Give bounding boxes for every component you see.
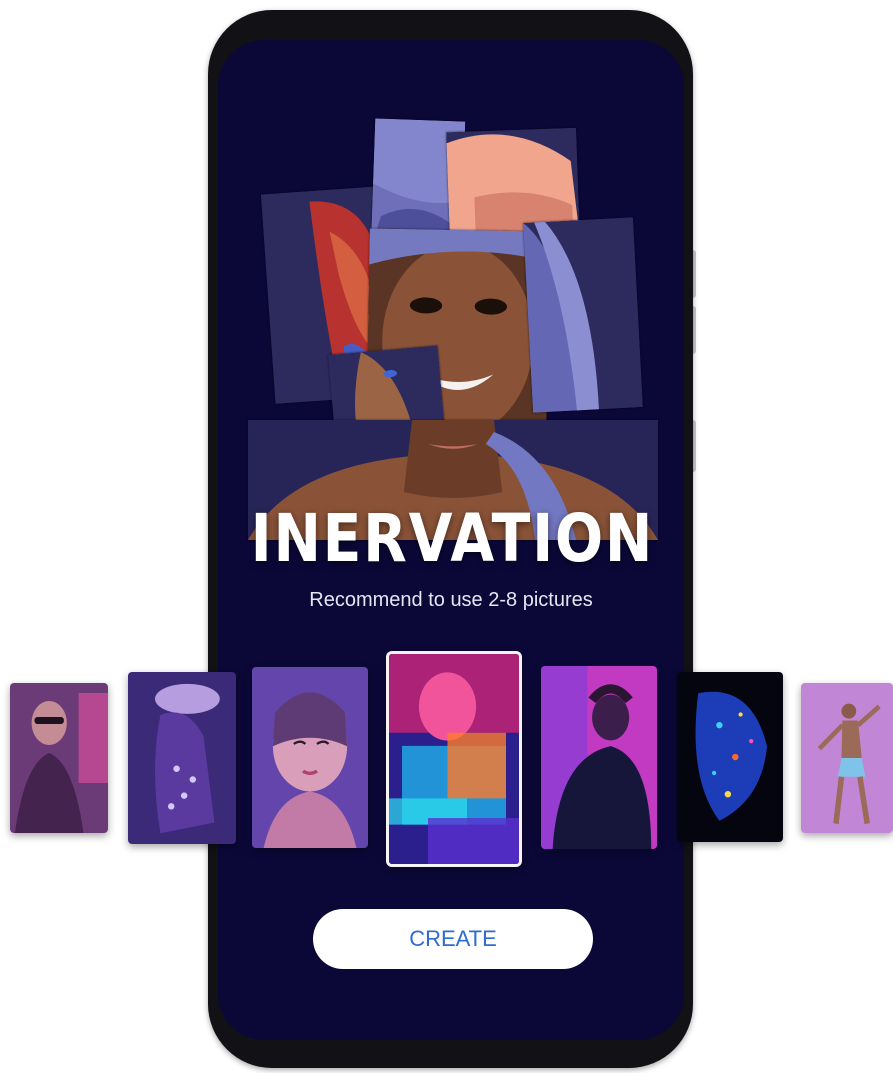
app-screen: INERVATION Recommend to use 2-8 pictures xyxy=(218,40,684,1040)
app-subtitle: Recommend to use 2-8 pictures xyxy=(309,589,593,611)
thumbnail-1[interactable] xyxy=(10,683,108,833)
thumbnail-6[interactable] xyxy=(677,672,783,842)
thumbnail-4-selected[interactable] xyxy=(386,651,522,867)
create-button[interactable]: CREATE xyxy=(313,909,593,969)
thumbnail-3[interactable] xyxy=(252,667,368,848)
thumbnail-2[interactable] xyxy=(128,672,236,844)
hero-collage xyxy=(248,110,678,540)
thumbnail-7[interactable] xyxy=(801,683,893,833)
thumbnail-5[interactable] xyxy=(541,666,657,849)
app-title: INERVATION xyxy=(250,500,655,577)
collage-tile-scarf-right xyxy=(523,217,643,413)
